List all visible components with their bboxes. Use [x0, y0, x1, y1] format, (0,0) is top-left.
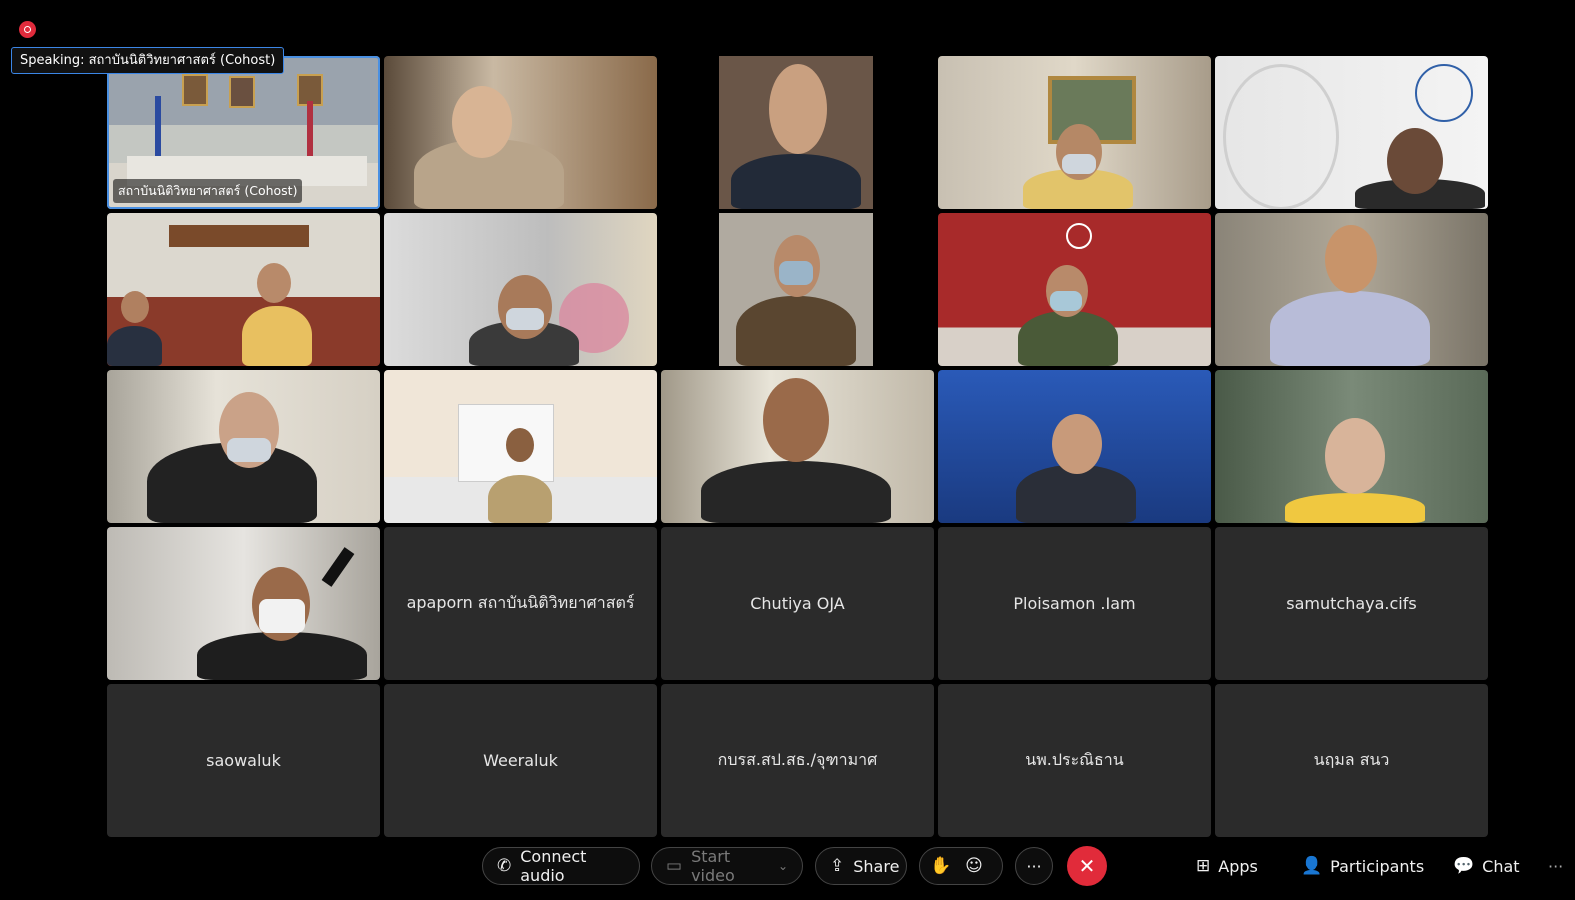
participant-tile[interactable]: samutchaya.cifs [1215, 527, 1488, 680]
share-label: Share [853, 856, 900, 876]
video-tile[interactable] [384, 370, 657, 523]
participant-name: saowaluk [206, 751, 281, 770]
close-icon: ✕ [1078, 854, 1096, 878]
connect-audio-label: Connect audio [520, 847, 587, 885]
participant-name: Weeraluk [483, 751, 558, 770]
person-icon: 👤 [1301, 855, 1323, 876]
video-feed [1215, 370, 1488, 523]
connect-audio-button[interactable]: ✆ Connect audio [482, 847, 640, 885]
video-tile[interactable] [938, 370, 1211, 523]
start-video-label: Start video [691, 847, 735, 885]
participant-name: สถาบันนิติวิทยาศาสตร์ (Cohost) [113, 179, 303, 203]
share-button[interactable]: ⇪ Share [815, 847, 907, 885]
video-feed [1215, 56, 1488, 209]
participant-tile[interactable]: Weeraluk [384, 684, 657, 837]
video-tile[interactable] [384, 56, 657, 209]
video-tile[interactable] [661, 370, 934, 523]
video-off-icon: ▭ [666, 855, 683, 876]
participant-name: นฤมล สนว [1313, 750, 1390, 769]
participant-tile[interactable]: Chutiya OJA [661, 527, 934, 680]
video-feed [384, 213, 657, 366]
video-feed [661, 213, 934, 366]
video-tile[interactable] [107, 527, 380, 680]
speaking-indicator: Speaking: สถาบันนิติวิทยาศาสตร์ (Cohost) [11, 47, 285, 74]
start-video-button[interactable]: ▭ Start video ⌄ [651, 847, 803, 885]
video-tile[interactable] [938, 56, 1211, 209]
share-icon: ⇪ [830, 855, 845, 876]
participant-name: apaporn สถาบันนิติวิทยาศาสตร์ [406, 593, 635, 612]
participant-name: Chutiya OJA [750, 594, 845, 613]
chat-button[interactable]: 💬 Chat [1453, 847, 1520, 885]
video-tile[interactable]: สถาบันนิติวิทยาศาสตร์ (Cohost) [107, 56, 380, 209]
participant-tile[interactable]: นฤมล สนว [1215, 684, 1488, 837]
overflow-button[interactable]: ··· [1548, 847, 1563, 885]
more-label: ··· [1026, 856, 1042, 876]
chat-label: Chat [1482, 856, 1520, 876]
video-feed [938, 56, 1211, 209]
video-tile[interactable] [107, 213, 380, 366]
participant-name: Ploisamon .Iam [1013, 594, 1136, 613]
video-feed [938, 370, 1211, 523]
video-tile[interactable] [1215, 213, 1488, 366]
speaking-name: สถาบันนิติวิทยาศาสตร์ (Cohost) [88, 53, 276, 68]
video-feed [107, 213, 380, 366]
phone-audio-icon: ✆ [497, 855, 512, 876]
video-feed [1215, 213, 1488, 366]
record-icon [19, 21, 36, 38]
participant-name: samutchaya.cifs [1286, 594, 1417, 613]
chat-bubble-icon: 💬 [1453, 855, 1475, 876]
video-feed [661, 56, 934, 209]
more-options-button[interactable]: ··· [1015, 847, 1053, 885]
video-tile[interactable] [1215, 56, 1488, 209]
video-tile[interactable] [661, 213, 934, 366]
participants-label: Participants [1330, 856, 1425, 876]
participant-tile[interactable]: Ploisamon .Iam [938, 527, 1211, 680]
participant-name: นพ.ประณิธาน [1025, 750, 1124, 769]
overflow-label: ··· [1548, 856, 1564, 876]
video-tile[interactable] [384, 213, 657, 366]
meeting-toolbar: ✆ Connect audio ▭ Start video ⌄ ⇪ Share … [0, 838, 1575, 900]
video-feed [107, 527, 380, 680]
video-feed [107, 370, 380, 523]
video-feed [661, 370, 934, 523]
participant-tile[interactable]: นพ.ประณิธาน [938, 684, 1211, 837]
speaking-label: Speaking: [20, 53, 85, 68]
participant-name: กบรส.สป.สธ./จุฑามาศ [717, 750, 878, 769]
video-tile[interactable] [661, 56, 934, 209]
video-grid: สถาบันนิติวิทยาศาสตร์ (Cohost) apaporn ส… [107, 56, 1488, 837]
reactions-group: ✋ ☺ [919, 847, 1003, 885]
participants-button[interactable]: 👤 Participants [1301, 847, 1424, 885]
leave-meeting-button[interactable]: ✕ [1067, 846, 1107, 886]
participant-tile[interactable]: apaporn สถาบันนิติวิทยาศาสตร์ [384, 527, 657, 680]
video-feed [938, 213, 1211, 366]
apps-label: Apps [1218, 856, 1258, 876]
video-tile[interactable] [1215, 370, 1488, 523]
video-tile[interactable] [938, 213, 1211, 366]
meeting-window: Speaking: สถาบันนิติวิทยาศาสตร์ (Cohost)… [0, 0, 1575, 900]
video-tile[interactable] [107, 370, 380, 523]
video-feed [384, 370, 657, 523]
participant-tile[interactable]: saowaluk [107, 684, 380, 837]
chevron-down-icon[interactable]: ⌄ [778, 860, 788, 872]
participant-tile[interactable]: กบรส.สป.สธ./จุฑามาศ [661, 684, 934, 837]
emoji-reaction-icon[interactable]: ☺ [965, 857, 983, 875]
raise-hand-icon[interactable]: ✋ [930, 857, 951, 875]
apps-button[interactable]: ⊞ Apps [1196, 847, 1258, 885]
apps-grid-icon: ⊞ [1196, 855, 1211, 876]
video-feed [384, 56, 657, 209]
